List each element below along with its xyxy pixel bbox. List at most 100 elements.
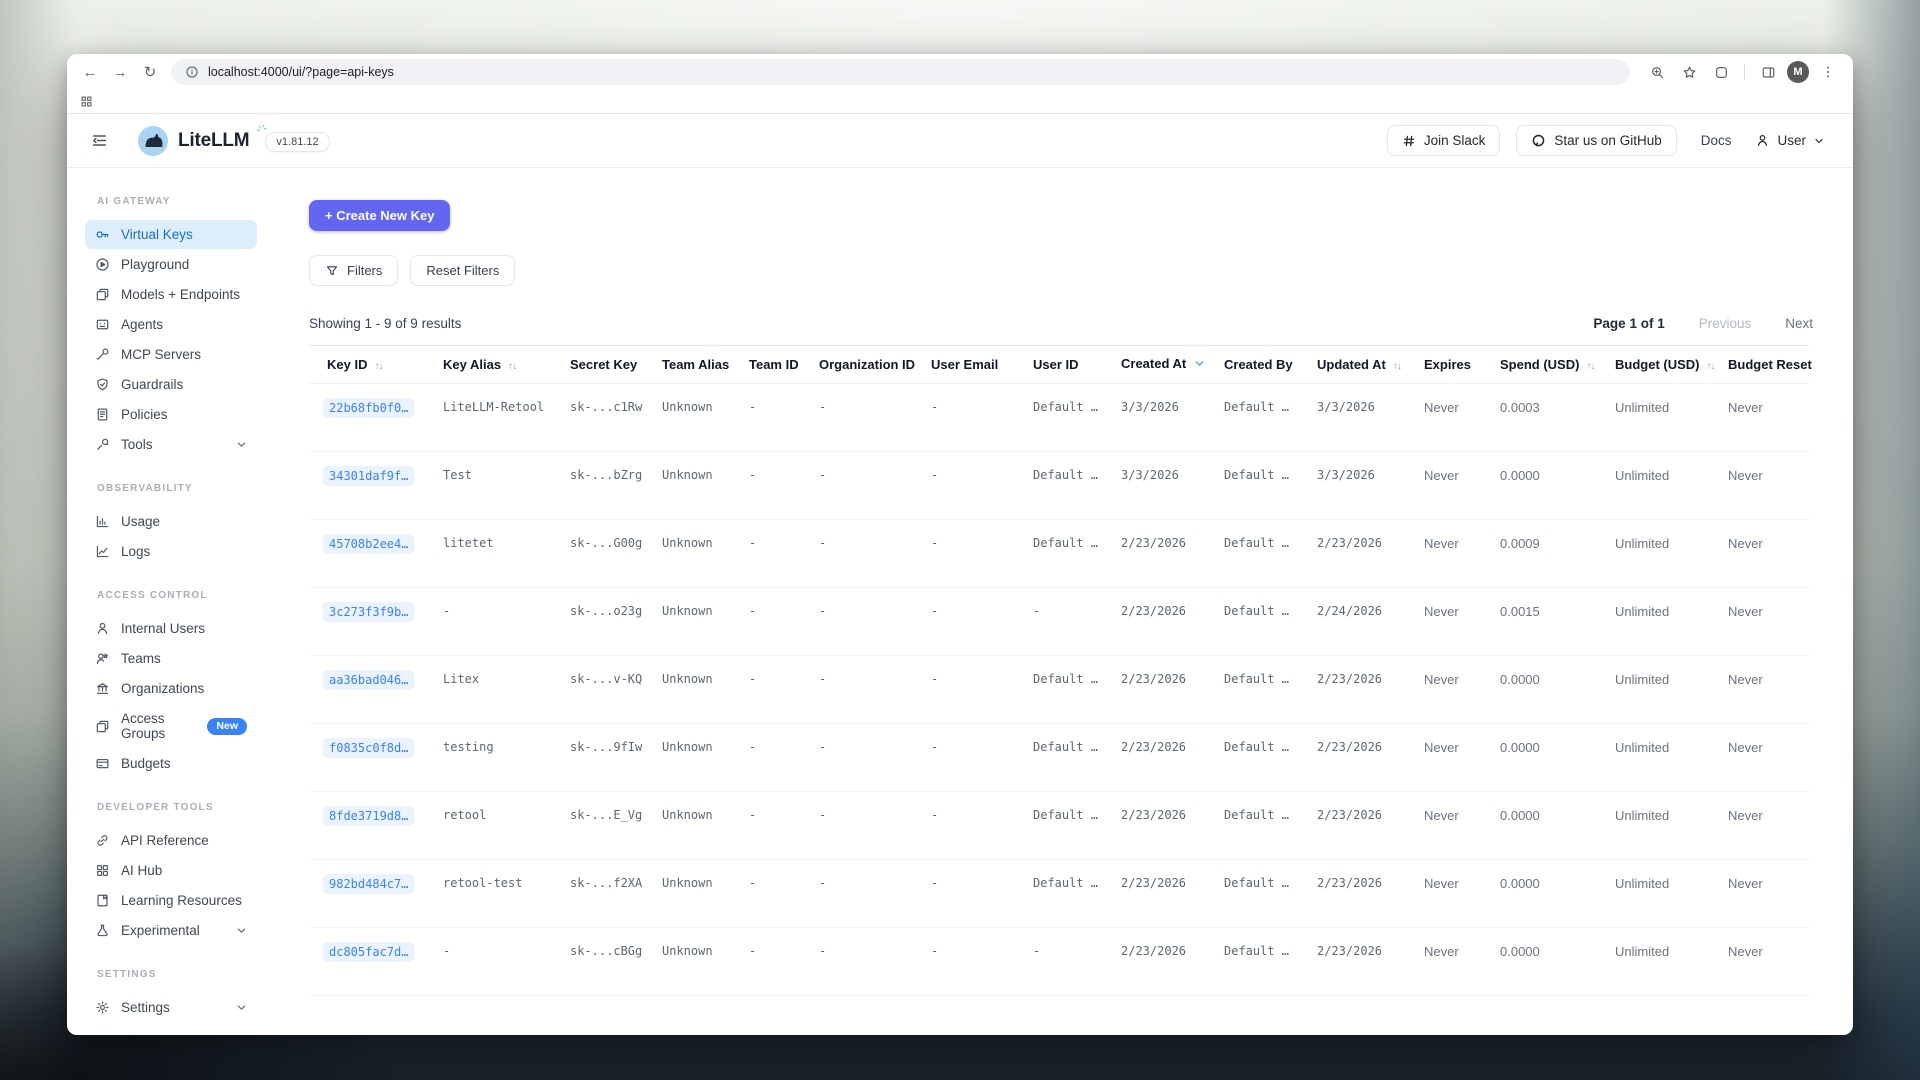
star-github-button[interactable]: Star us on GitHub	[1516, 125, 1676, 156]
sidebar-item-usage[interactable]: Usage	[85, 507, 257, 536]
column-header-created-at[interactable]: Created At	[1107, 346, 1210, 384]
apps-grid-icon[interactable]	[80, 95, 93, 108]
cell-created-by: Default …	[1210, 792, 1303, 860]
cell-budget-usd: Unlimited	[1601, 792, 1714, 860]
sidebar-collapse-icon[interactable]	[91, 132, 108, 149]
chevron-down-icon	[236, 1002, 247, 1013]
sidebar-item-learning-resources[interactable]: Learning Resources	[85, 886, 257, 915]
column-header-spend-usd[interactable]: Spend (USD)↑↓	[1486, 346, 1601, 384]
sort-desc-icon[interactable]	[1193, 358, 1206, 373]
docs-link[interactable]: Docs	[1701, 133, 1732, 148]
cell-budget-usd: Unlimited	[1601, 724, 1714, 792]
column-label: Team ID	[749, 357, 799, 372]
cell-secret-key: sk-...E_Vg	[556, 792, 648, 860]
confetti-icon	[254, 122, 270, 143]
column-header-updated-at[interactable]: Updated At↑↓	[1303, 346, 1410, 384]
reset-filters-button[interactable]: Reset Filters	[410, 255, 515, 286]
column-header-budget-reset: Budget Reset	[1714, 346, 1809, 384]
cell-secret-key: sk-...o23g	[556, 588, 648, 656]
zoom-icon[interactable]	[1644, 59, 1670, 85]
cell-spend-usd: 0.0000	[1486, 724, 1601, 792]
bookmark-star-icon[interactable]	[1676, 59, 1702, 85]
sidebar-item-playground[interactable]: Playground	[85, 250, 257, 279]
site-info-icon[interactable]	[185, 65, 199, 79]
extensions-icon[interactable]	[1708, 59, 1734, 85]
column-header-budget-usd[interactable]: Budget (USD) ↑↓	[1601, 346, 1714, 384]
cell-key-alias: -	[429, 588, 556, 656]
sidebar-item-mcp-servers[interactable]: MCP Servers	[85, 340, 257, 369]
key-id-link[interactable]: aa36bad046…	[323, 670, 414, 690]
key-id-link[interactable]: 3c273f3f9b…	[323, 602, 414, 622]
filters-button[interactable]: Filters	[309, 255, 398, 286]
sidebar-item-virtual-keys[interactable]: Virtual Keys	[85, 220, 257, 249]
join-slack-button[interactable]: Join Slack	[1387, 125, 1501, 156]
sidebar-item-organizations[interactable]: Organizations	[85, 674, 257, 703]
cell-key-id: 34301daf9f…	[309, 452, 429, 520]
key-id-link[interactable]: 982bd484c7…	[323, 874, 414, 894]
cell-user-id: -	[1019, 588, 1107, 656]
cell-created-at: 2/23/2026	[1107, 724, 1210, 792]
key-id-link[interactable]: 45708b2ee4…	[323, 534, 414, 554]
cell-created-at: 3/3/2026	[1107, 452, 1210, 520]
line-chart-icon	[95, 544, 110, 559]
key-id-link[interactable]: 34301daf9f…	[323, 466, 414, 486]
bank-icon	[95, 681, 110, 696]
sort-icon[interactable]: ↑↓	[1707, 361, 1715, 372]
sidebar-item-models-endpoints[interactable]: Models + Endpoints	[85, 280, 257, 309]
sort-icon[interactable]: ↑↓	[1586, 361, 1594, 372]
key-id-link[interactable]: 22b68fb0f0…	[323, 398, 414, 418]
sidebar-item-settings[interactable]: Settings	[85, 993, 257, 1022]
header-actions: Join Slack Star us on GitHub Docs User	[1387, 125, 1825, 156]
cell-key-alias: retool-test	[429, 860, 556, 928]
next-page-button[interactable]: Next	[1785, 316, 1813, 331]
cell-user-email: -	[917, 928, 1019, 996]
sidebar-item-policies[interactable]: Policies	[85, 400, 257, 429]
forward-icon[interactable]: →	[107, 59, 133, 85]
cell-created-by: Default …	[1210, 588, 1303, 656]
create-new-key-button[interactable]: + Create New Key	[309, 200, 450, 231]
sort-icon[interactable]: ↑↓	[508, 361, 516, 372]
sidebar-item-experimental[interactable]: Experimental	[85, 916, 257, 945]
sidebar-item-teams[interactable]: Teams	[85, 644, 257, 673]
sidebar-item-label: Playground	[121, 257, 189, 272]
cell-expires: Never	[1410, 520, 1486, 588]
key-id-link[interactable]: dc805fac7d…	[323, 942, 414, 962]
back-icon[interactable]: ←	[77, 59, 103, 85]
browser-actions: M	[1644, 59, 1841, 85]
user-menu[interactable]: User	[1755, 133, 1825, 148]
column-header-created-by: Created By	[1210, 346, 1303, 384]
sidebar-item-api-reference[interactable]: API Reference	[85, 826, 257, 855]
previous-page-button[interactable]: Previous	[1699, 316, 1752, 331]
sort-icon[interactable]: ↑↓	[374, 361, 382, 372]
key-id-link[interactable]: 8fde3719d8…	[323, 806, 414, 826]
key-id-link[interactable]: f0835c0f8d…	[323, 738, 414, 758]
shield-icon	[95, 377, 110, 392]
sidebar-item-label: Policies	[121, 407, 168, 422]
sidebar-item-logs[interactable]: Logs	[85, 537, 257, 566]
cell-organization-id: -	[805, 656, 917, 724]
url-bar[interactable]: localhost:4000/ui/?page=api-keys	[171, 59, 1630, 85]
profile-avatar[interactable]: M	[1787, 61, 1809, 83]
sidebar-item-agents[interactable]: Agents	[85, 310, 257, 339]
sidebar-item-tools[interactable]: Tools	[85, 430, 257, 459]
sort-icon[interactable]: ↑↓	[1393, 361, 1401, 372]
kebab-menu-icon[interactable]	[1815, 59, 1841, 85]
column-header-key-id[interactable]: Key ID↑↓	[309, 346, 429, 384]
cell-user-id: Default …	[1019, 860, 1107, 928]
sidebar-item-ai-hub[interactable]: AI Hub	[85, 856, 257, 885]
groups-icon	[95, 719, 110, 734]
side-panel-icon[interactable]	[1755, 59, 1781, 85]
cell-user-email: -	[917, 724, 1019, 792]
column-header-key-alias[interactable]: Key Alias↑↓	[429, 346, 556, 384]
play-icon	[95, 257, 110, 272]
reload-icon[interactable]: ↻	[137, 59, 163, 85]
sidebar-item-internal-users[interactable]: Internal Users	[85, 614, 257, 643]
sidebar-item-budgets[interactable]: Budgets	[85, 749, 257, 778]
sidebar-item-label: Tools	[121, 437, 153, 452]
sidebar-item-guardrails[interactable]: Guardrails	[85, 370, 257, 399]
bookmarks-bar	[67, 90, 1853, 114]
app-body: AI GATEWAY Virtual Keys Playground Model…	[67, 168, 1853, 1035]
column-label: Budget (USD)	[1615, 357, 1700, 372]
sidebar-item-access-groups[interactable]: Access Groups New	[85, 704, 257, 748]
desktop-background: ← → ↻ localhost:4000/ui/?page=api-keys	[0, 0, 1920, 1080]
